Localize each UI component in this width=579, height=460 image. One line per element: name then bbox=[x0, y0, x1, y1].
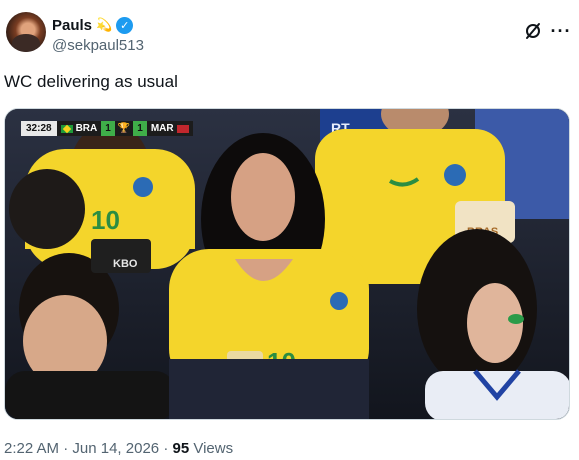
tweet-footer: 2:22 AM · Jun 14, 2026 · 95 Views bbox=[4, 440, 233, 457]
separator: · bbox=[63, 440, 69, 457]
stadium-photo: RT 10 BRAS KBO 10 bbox=[5, 109, 569, 419]
grok-slash-circle-icon[interactable] bbox=[522, 20, 544, 42]
jersey-number-back: 10 bbox=[91, 205, 120, 235]
away-team-label: MAR bbox=[150, 123, 174, 134]
author-name[interactable]: Pauls bbox=[52, 17, 92, 34]
post-date[interactable]: Jun 14, 2026 bbox=[72, 440, 159, 457]
more-options-icon[interactable]: ··· bbox=[550, 20, 572, 42]
trophy-icon: 🏆 bbox=[114, 121, 134, 136]
tweet-photo[interactable]: RT 10 BRAS KBO 10 bbox=[4, 108, 570, 420]
morocco-flag-icon bbox=[176, 124, 189, 133]
author-name-row: Pauls 💫 ✓ bbox=[52, 15, 134, 35]
away-score: 1 bbox=[133, 121, 147, 136]
brazil-flag-icon bbox=[60, 124, 73, 133]
away-team: MAR bbox=[146, 121, 193, 136]
verified-badge-icon[interactable]: ✓ bbox=[116, 16, 134, 34]
match-clock: 32:28 bbox=[21, 121, 57, 136]
separator: · bbox=[163, 440, 169, 457]
post-time[interactable]: 2:22 AM bbox=[4, 440, 59, 457]
avatar[interactable] bbox=[6, 12, 46, 52]
author-handle[interactable]: @sekpaul513 bbox=[52, 37, 144, 54]
tweet-text: WC delivering as usual bbox=[4, 72, 178, 91]
badge-emoji: 💫 bbox=[96, 17, 113, 32]
home-score: 1 bbox=[101, 121, 115, 136]
views-count: 95 bbox=[172, 440, 190, 457]
views-label: Views bbox=[193, 440, 234, 457]
home-team-label: BRA bbox=[75, 123, 98, 134]
match-scoreboard: 32:28 BRA 1 🏆 1 MAR bbox=[21, 121, 193, 136]
tweet-header: Pauls 💫 ✓ @sekpaul513 ··· bbox=[6, 6, 573, 58]
sign-text: KBO bbox=[113, 258, 138, 270]
home-team: BRA bbox=[56, 121, 102, 136]
